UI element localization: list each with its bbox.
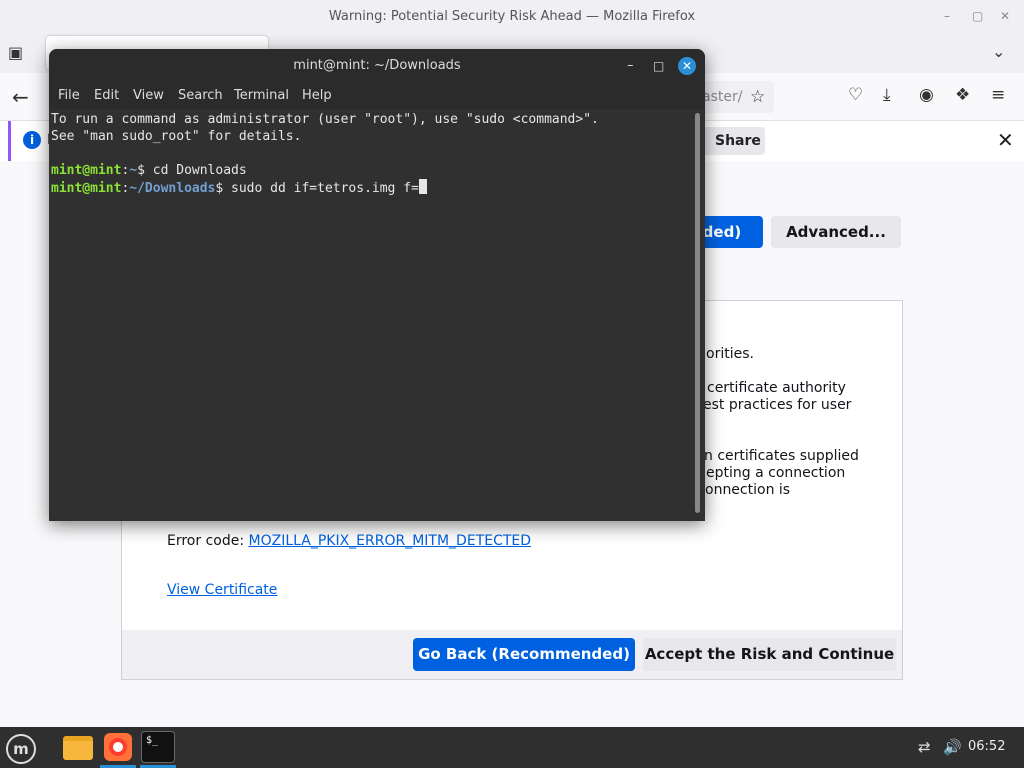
network-icon[interactable]: ⇄	[918, 738, 931, 756]
maximize-icon[interactable]: ▢	[972, 0, 983, 33]
window-title: Warning: Potential Security Risk Ahead —…	[328, 9, 696, 24]
notification-close-icon[interactable]: ✕	[997, 128, 1014, 152]
firefox-icon[interactable]	[104, 733, 132, 761]
terminal-line: See "man sudo_root" for details.	[51, 129, 302, 144]
info-icon: i	[23, 131, 41, 149]
error-code-link[interactable]: MOZILLA_PKIX_ERROR_MITM_DETECTED	[249, 533, 532, 549]
terminal-title: mint@mint: ~/Downloads	[293, 58, 461, 73]
terminal-close-icon[interactable]: ✕	[678, 57, 696, 75]
go-back-button[interactable]: Go Back (Recommended)	[413, 638, 635, 671]
error-code-line: Error code: MOZILLA_PKIX_ERROR_MITM_DETE…	[167, 533, 531, 550]
advanced-text-line: onnection is	[705, 482, 791, 498]
terminal-minimize-icon[interactable]: –	[627, 49, 634, 83]
pocket-icon[interactable]: ♡	[848, 85, 863, 105]
terminal-scrollbar[interactable]	[695, 113, 700, 513]
firefox-titlebar: Warning: Potential Security Risk Ahead —…	[0, 0, 1024, 33]
menu-terminal[interactable]: Terminal	[234, 88, 289, 103]
menu-help[interactable]: Help	[302, 88, 332, 103]
url-text: aster/	[702, 89, 743, 105]
view-certificate-link[interactable]: View Certificate	[167, 582, 277, 599]
prompt-command: $ cd Downloads	[137, 163, 247, 178]
advanced-text-line: est practices for user	[703, 397, 852, 413]
advanced-text-line: n certificates supplied	[704, 448, 859, 464]
menu-edit[interactable]: Edit	[94, 88, 119, 103]
close-icon[interactable]: ✕	[1000, 0, 1010, 33]
prompt-user: mint@mint	[51, 163, 122, 178]
advanced-text-line: orities.	[706, 346, 754, 362]
advanced-text-line: certificate authority	[707, 380, 846, 396]
menu-view[interactable]: View	[133, 88, 164, 103]
share-button[interactable]: Share	[701, 127, 765, 155]
back-arrow-icon[interactable]: ←	[12, 85, 29, 109]
chevron-down-icon[interactable]: ⌄	[992, 42, 1005, 61]
minimize-icon[interactable]: –	[944, 0, 950, 33]
prompt-path: ~	[129, 163, 138, 178]
terminal-menubar: File Edit View Search Terminal Help	[49, 83, 705, 109]
terminal-cursor	[418, 179, 427, 194]
advanced-button[interactable]: Advanced...	[771, 216, 901, 248]
files-icon[interactable]	[63, 736, 93, 760]
terminal-line: To run a command as administrator (user …	[51, 112, 599, 127]
advanced-text-line: epting a connection	[706, 465, 846, 481]
terminal-window[interactable]: mint@mint: ~/Downloads – □ ✕ File Edit V…	[49, 49, 705, 521]
error-code-label: Error code:	[167, 533, 249, 549]
menu-file[interactable]: File	[58, 88, 80, 103]
terminal-prompt-line: mint@mint:~$ cd Downloads	[51, 163, 247, 178]
prompt-user: mint@mint	[51, 181, 122, 196]
terminal-prompt-line: mint@mint:~/Downloads$ sudo dd if=tetros…	[51, 179, 427, 197]
prompt-path: ~/Downloads	[129, 181, 216, 196]
volume-icon[interactable]: 🔊	[943, 738, 962, 756]
terminal-maximize-icon[interactable]: □	[653, 49, 664, 83]
taskbar: m $_ ⇄ 🔊 06:52	[0, 727, 1024, 768]
prompt-command: $ sudo dd if=tetros.img f=	[215, 181, 419, 196]
menu-search[interactable]: Search	[178, 88, 223, 103]
bookmark-star-icon[interactable]: ☆	[750, 87, 765, 107]
terminal-icon[interactable]: $_	[141, 731, 175, 763]
firefox-view-icon[interactable]: ▣	[8, 43, 23, 62]
account-icon[interactable]: ◉	[919, 85, 934, 105]
mint-menu-icon[interactable]: m	[6, 734, 36, 764]
accept-risk-button[interactable]: Accept the Risk and Continue	[643, 638, 896, 671]
download-icon[interactable]: ⤓	[883, 85, 891, 105]
clock[interactable]: 06:52	[968, 739, 1005, 754]
extensions-icon[interactable]: ❖	[955, 85, 970, 105]
app-menu-icon[interactable]: ≡	[991, 85, 1005, 105]
terminal-titlebar[interactable]: mint@mint: ~/Downloads – □ ✕	[49, 49, 705, 83]
terminal-output[interactable]: To run a command as administrator (user …	[49, 109, 705, 521]
